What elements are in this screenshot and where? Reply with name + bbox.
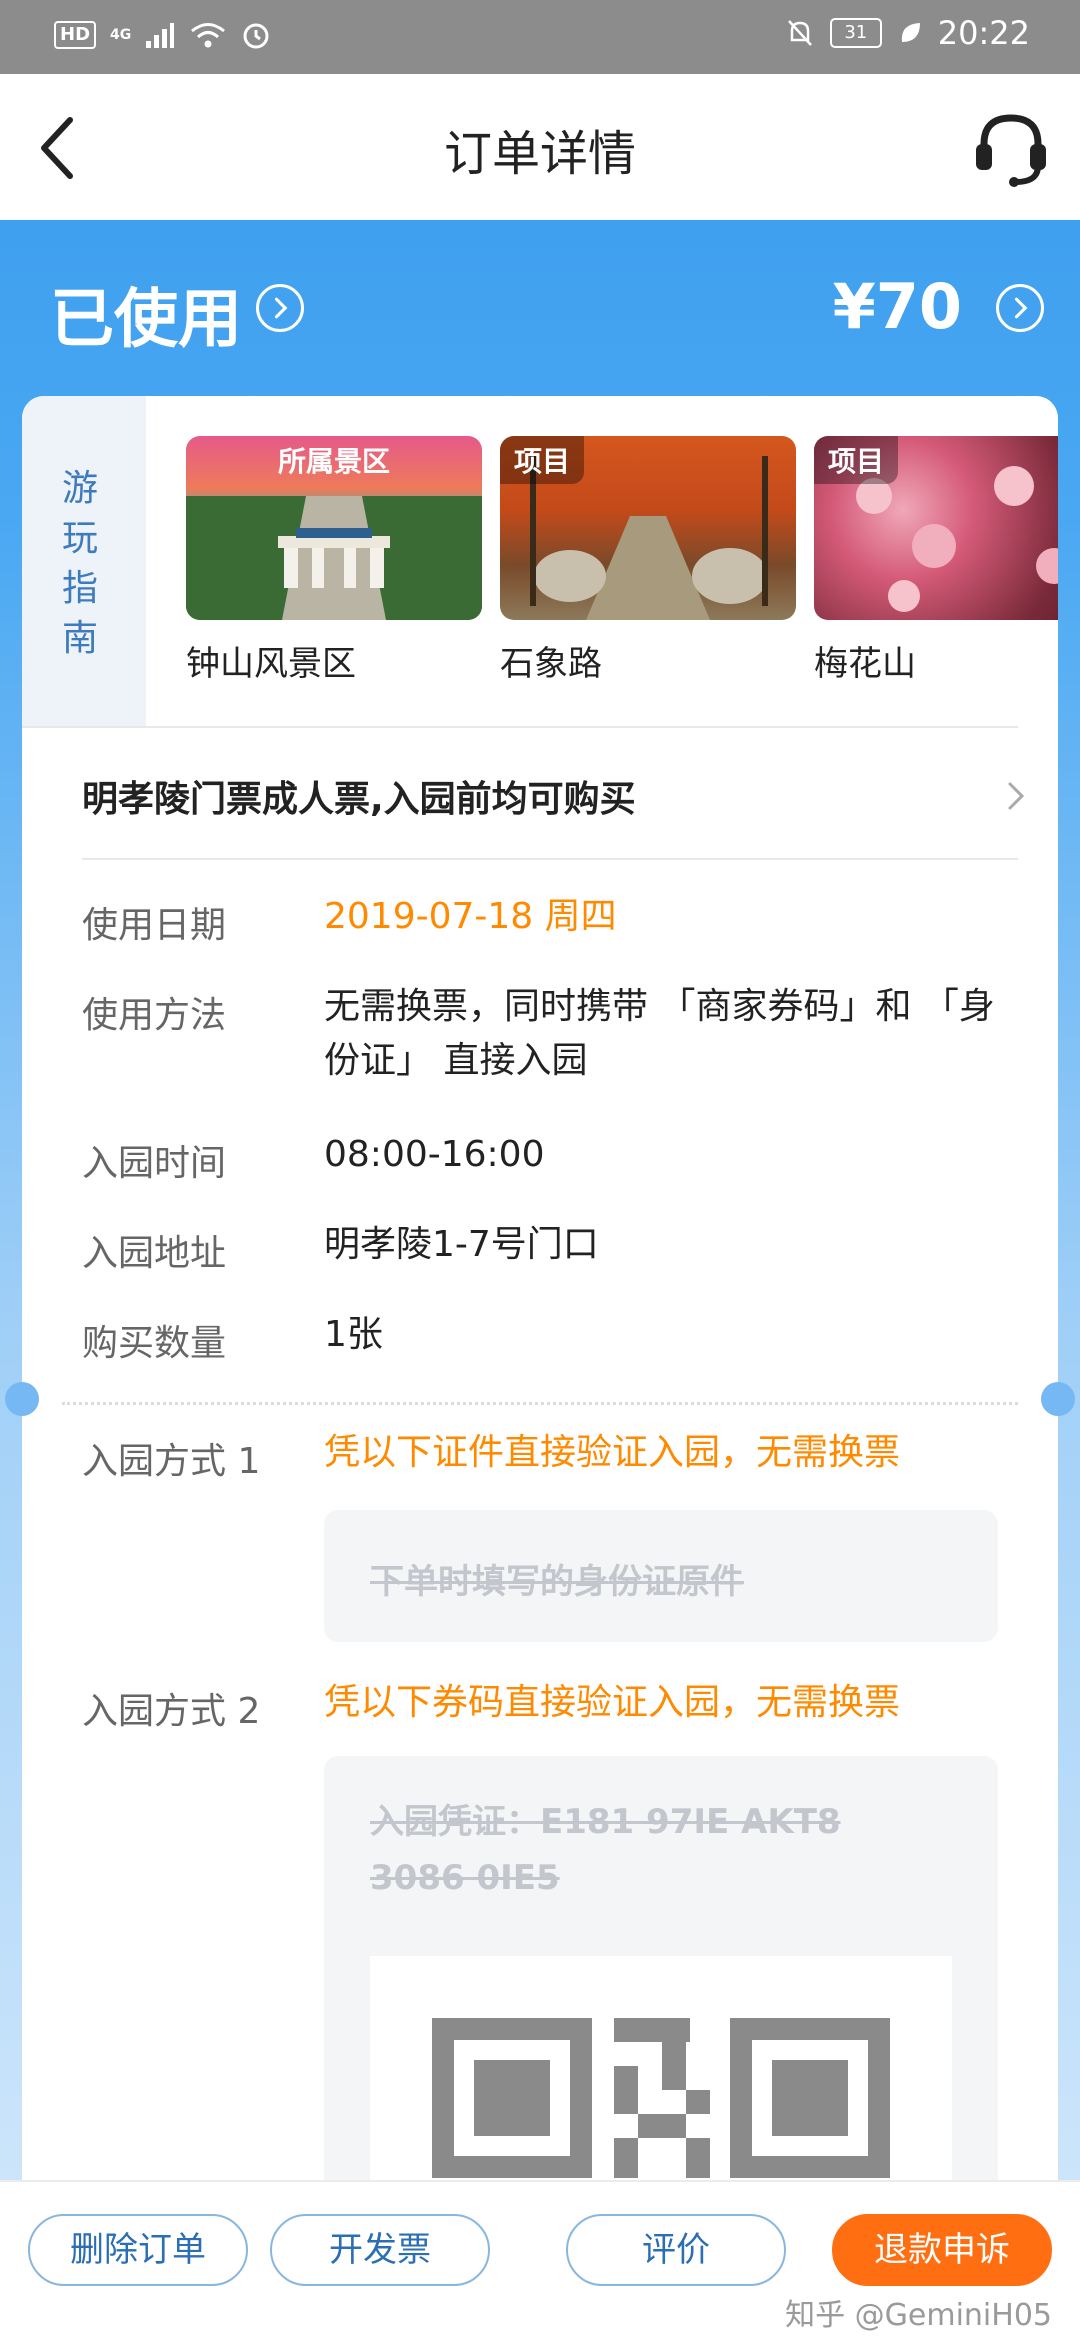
mute-bell-icon: [787, 20, 812, 46]
guide-item-scenic-area[interactable]: 所属景区 钟山风景区: [186, 436, 482, 685]
status-left: HD 4G: [54, 20, 271, 50]
voucher-code: 入园凭证：E181 97IE AKT8 3086 0IE5: [370, 1802, 841, 1898]
detail-label: 入园时间: [82, 1143, 227, 1184]
detail-label: 使用日期: [82, 905, 227, 946]
guide-name: 钟山风景区: [186, 644, 356, 684]
status-right: 31 20:22: [786, 14, 1030, 52]
status-bar: HD 4G 31 20:22: [0, 0, 1080, 74]
order-card: 游玩指南 所属景区 钟山风景区 项目 石象路 项目 梅花山 明孝陵门票成人票,入…: [22, 396, 1058, 2340]
entry-method-desc: 凭以下券码直接验证入园，无需换票: [324, 1682, 901, 1723]
entry-method-label: 入园方式 2: [82, 1691, 261, 1732]
id-card-box: 下单时填写的身份证原件: [324, 1510, 998, 1642]
detail-label: 入园地址: [82, 1233, 227, 1274]
refund-appeal-button[interactable]: 退款申诉: [832, 2214, 1052, 2286]
scenic-area-photo[interactable]: 所属景区: [186, 436, 482, 620]
detail-value-address: 明孝陵1-7号门口: [324, 1224, 599, 1265]
customer-service-icon[interactable]: [966, 104, 1056, 194]
bottom-action-bar: 删除订单 开发票 评价 退款申诉 知乎 @GeminiH05: [0, 2180, 1080, 2342]
order-price[interactable]: ¥70: [833, 270, 962, 343]
title-divider: [82, 858, 1018, 860]
guide-divider: [22, 726, 1018, 728]
guide-name: 石象路: [500, 644, 602, 684]
page-title: 订单详情: [443, 126, 636, 182]
chevron-right-icon[interactable]: [1002, 776, 1032, 816]
ticket-title[interactable]: 明孝陵门票成人票,入园前均可购买: [82, 770, 636, 822]
ticket-notch-left: [5, 1382, 39, 1416]
id-card-text: 下单时填写的身份证原件: [370, 1562, 744, 1602]
guide-item-stone-road[interactable]: 项目 石象路: [500, 436, 796, 685]
guide-tag: 所属景区: [277, 445, 390, 478]
guide-sidebar: 游玩指南: [22, 396, 146, 726]
invoice-button[interactable]: 开发票: [270, 2214, 490, 2286]
detail-value-time: 08:00-16:00: [324, 1134, 545, 1175]
delete-order-button[interactable]: 删除订单: [28, 2214, 248, 2286]
ticket-notch-right: [1041, 1382, 1075, 1416]
ticket-perforation: [62, 1402, 1018, 1405]
price-chevron-icon[interactable]: [996, 284, 1044, 332]
signal-icon: [146, 23, 175, 48]
alarm-icon: [243, 23, 269, 49]
entry-method-desc: 凭以下证件直接验证入园，无需换票: [324, 1432, 901, 1473]
watermark: 知乎 @GeminiH05: [785, 2298, 1052, 2333]
network-type: 4G: [110, 27, 132, 43]
hd-badge: HD: [54, 21, 97, 49]
app-header: 订单详情: [0, 74, 1080, 220]
guide-tag: 项目: [814, 436, 899, 484]
battery-indicator: 31: [829, 18, 882, 48]
order-status[interactable]: 已使用: [50, 268, 242, 360]
entry-method-label: 入园方式 1: [82, 1441, 261, 1482]
detail-value-quantity: 1张: [324, 1314, 383, 1355]
guide-item-plum-mountain[interactable]: 项目 梅花山: [814, 436, 1058, 685]
detail-label: 使用方法: [82, 995, 227, 1036]
wifi-icon: [191, 23, 226, 48]
review-button[interactable]: 评价: [566, 2214, 786, 2286]
guide-label: 游玩指南: [62, 468, 99, 659]
detail-value-date: 2019-07-18 周四: [324, 896, 617, 937]
leaf-icon: [901, 23, 920, 42]
guide-tag: 项目: [500, 436, 585, 484]
clock: 20:22: [937, 14, 1030, 52]
detail-value-method: 无需换票，同时携带 「商家券码」和 「身份证」 直接入园: [324, 986, 995, 1081]
detail-label: 购买数量: [82, 1323, 227, 1364]
plum-mountain-photo[interactable]: 项目: [814, 436, 1058, 620]
status-chevron-icon[interactable]: [256, 284, 304, 332]
stone-road-photo[interactable]: 项目: [500, 436, 796, 620]
guide-name: 梅花山: [814, 644, 916, 684]
